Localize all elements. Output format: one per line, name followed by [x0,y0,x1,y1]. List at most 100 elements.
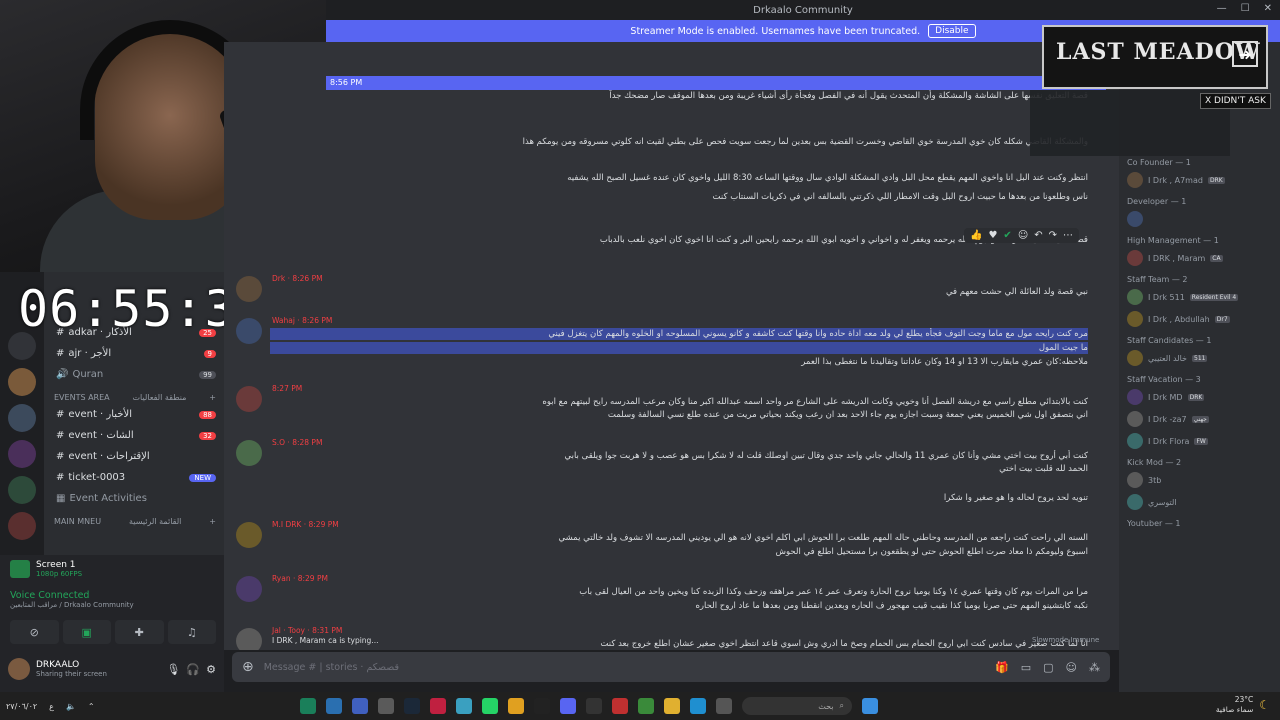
app-icon[interactable] [378,698,394,714]
member-item[interactable]: I Drk MD DRK [1119,386,1280,408]
windows-taskbar: ٢٧/٠٦/٠٢ ع 🔈 ⌃ بحث ⌕ 23°C سماء صافية ☾ [0,692,1280,720]
gift-icon[interactable]: 🎁 [995,661,1009,674]
emoji-icon[interactable]: ☺ [1066,661,1077,674]
settings-gear-icon[interactable]: ⚙ [206,663,216,676]
message-author[interactable]: 8:27 PM [272,384,302,393]
forward-icon[interactable]: ↷ [1049,230,1057,241]
reply-icon[interactable]: ↶ [1034,230,1042,241]
apps-icon[interactable]: ⁂ [1089,661,1100,674]
message-author[interactable]: S.O · 8:28 PM [272,438,322,447]
avatar [1127,311,1143,327]
share-screen-icon[interactable]: ▣ [62,620,111,644]
app-icon[interactable] [326,698,342,714]
member-item[interactable]: خالد العتيبي 511 [1119,347,1280,369]
channel-ajr[interactable]: # ajr · الأجر 9 [44,343,224,364]
member-item[interactable]: I Drk , Abdullah Dr7 [1119,308,1280,330]
thumbs-up-icon[interactable]: 👍 [970,230,982,241]
member-item[interactable]: I Drk -za7 جهني [1119,408,1280,430]
avatar[interactable] [8,658,30,680]
screen-share-title: Screen 1 [36,560,76,570]
channel-ticket[interactable]: # ticket-0003 NEW [44,467,224,488]
message-text: تنويه لحد يروح لحاله وا هو صغير وا شكرا [943,493,1088,503]
member-item[interactable]: I Drk 511 Resident Evil 4 [1119,286,1280,308]
maximize-icon[interactable]: ☐ [1241,3,1250,14]
screen-share-card[interactable]: Screen 1 1080p 60FPS [10,555,216,583]
edge-icon[interactable] [690,698,706,714]
lang-indicator[interactable]: ع [49,702,54,711]
mic-icon[interactable]: 🎙 [166,663,180,676]
app-icon[interactable] [534,698,550,714]
avatar[interactable] [236,386,262,412]
message-author[interactable]: M.I DRK · 8:29 PM [272,520,339,529]
more-icon[interactable]: ⋯ [1063,230,1073,241]
disable-streamer-button[interactable]: Disable [928,24,976,38]
server-icon[interactable] [8,512,36,540]
member-item[interactable]: التوسري [1119,491,1280,513]
message-input[interactable]: Message # | stories · قصصكم [264,662,399,673]
camera-off-icon[interactable]: ⊘ [10,620,59,644]
avatar[interactable] [236,276,262,302]
message-author[interactable]: Jal · Tooy · 8:31 PM [272,626,342,635]
avatar[interactable] [236,522,262,548]
minimize-icon[interactable]: — [1217,3,1227,14]
chevron-up-icon[interactable]: ⌃ [88,702,95,711]
channel-event-activities[interactable]: ▦ Event Activities [44,488,224,509]
app-icon[interactable] [300,698,316,714]
close-icon[interactable]: ✕ [1264,3,1272,14]
taskbar-search[interactable]: بحث ⌕ [742,697,852,715]
member-item[interactable]: I DRK , Maram CA [1119,247,1280,269]
sticker-icon[interactable]: ▢ [1043,661,1053,674]
add-channel-icon[interactable]: + [209,393,216,402]
app-icon[interactable] [716,698,732,714]
server-icon[interactable] [8,368,36,396]
volume-icon[interactable]: 🔈 [66,702,76,711]
category-main-menu[interactable]: MAIN MNEU القائمة الرئيسية + [44,509,224,528]
add-attachment-icon[interactable]: ⊕ [242,659,254,675]
member-item[interactable]: 3tb [1119,469,1280,491]
gif-icon[interactable]: ▭ [1021,661,1031,674]
headset-icon[interactable]: 🎧 [186,663,200,676]
avatar[interactable] [236,576,262,602]
avatar[interactable] [236,628,262,650]
channel-quran[interactable]: 🔊 Quran 99 [44,364,224,385]
channel-event-suggestions[interactable]: # event · الإقتراحات [44,446,224,467]
member-item[interactable]: I Drk Flora FW [1119,430,1280,452]
app-icon[interactable] [638,698,654,714]
message-author[interactable]: Wahaj · 8:26 PM [272,316,332,325]
new-messages-bar[interactable]: 8:56 PM [326,76,1106,90]
avatar[interactable] [236,318,262,344]
voice-connected[interactable]: Voice Connected مراقب المتابعين / Drkaal… [10,590,216,618]
server-icon[interactable] [8,404,36,432]
add-reaction-icon[interactable]: ☺ [1018,230,1028,241]
category-events[interactable]: EVENTS AREA منطقة الفعاليات + [44,385,224,404]
add-channel-icon[interactable]: + [209,517,216,526]
whatsapp-icon[interactable] [482,698,498,714]
app-icon[interactable] [430,698,446,714]
server-icon[interactable] [8,440,36,468]
windows-start-icon[interactable] [862,698,878,714]
chrome-icon[interactable] [508,698,524,714]
activities-icon[interactable]: ✚ [115,620,164,644]
discord-icon[interactable] [560,698,576,714]
file-explorer-icon[interactable] [664,698,680,714]
heart-icon[interactable]: ♥ [988,230,997,241]
weather-widget[interactable]: 23°C سماء صافية ☾ [1216,695,1270,715]
soundboard-icon[interactable]: ♫ [167,620,216,644]
member-item[interactable] [1119,208,1280,230]
app-icon[interactable] [612,698,628,714]
channel-event-news[interactable]: # event · الأخبار 88 [44,404,224,425]
member-item[interactable]: I Drk , A7mad DRK [1119,169,1280,191]
server-icon[interactable] [8,476,36,504]
steam-icon[interactable] [404,698,420,714]
app-icon[interactable] [456,698,472,714]
member-group-header: Staff Candidates — 1 [1127,336,1212,345]
app-icon[interactable] [586,698,602,714]
message-author[interactable]: Ryan · 8:29 PM [272,574,328,583]
check-icon[interactable]: ✔ [1003,230,1011,241]
app-icon[interactable] [352,698,368,714]
message-composer[interactable]: ⊕ Message # | stories · قصصكم 🎁 ▭ ▢ ☺ ⁂ [232,652,1110,682]
avatar[interactable] [236,440,262,466]
channel-event-chat[interactable]: # event · الشات 32 [44,425,224,446]
message-author[interactable]: Drk · 8:26 PM [272,274,323,283]
channel-label: Event Activities [69,493,147,504]
